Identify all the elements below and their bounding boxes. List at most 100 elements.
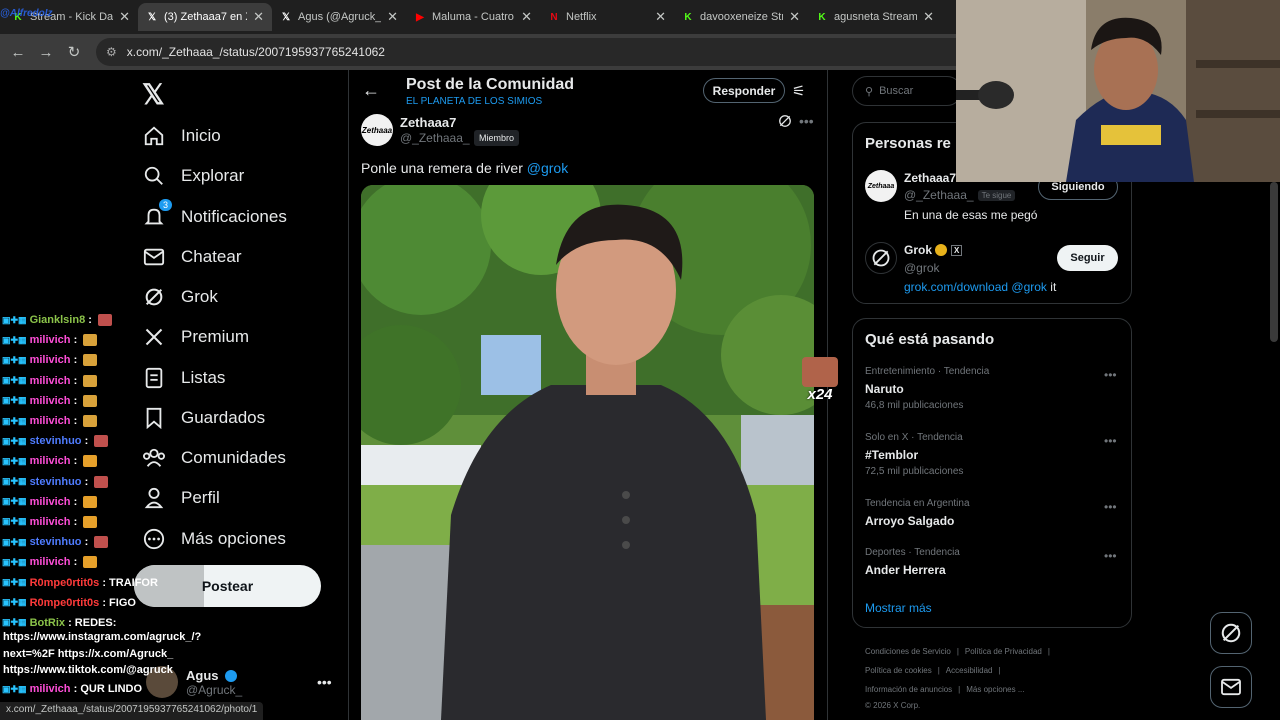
panel-title: Qué está pasando [865, 331, 995, 348]
chat-message: ▣✚▦ R0mpe0rtit0s : FIGO [2, 596, 136, 609]
more-icon[interactable]: ••• [1104, 368, 1117, 382]
post-button[interactable]: Postear [134, 565, 321, 607]
reply-button[interactable]: Responder [703, 78, 785, 103]
search-icon: ⚲ [865, 85, 874, 98]
chat-link[interactable]: https://www.instagram.com/agruck_/? [3, 629, 201, 645]
chat-text: FIGO [109, 596, 136, 609]
nav-item-comunidades[interactable]: Comunidades [142, 443, 286, 473]
chat-username: milivich [29, 556, 71, 569]
grok-floating-button[interactable] [1210, 612, 1252, 654]
author-name[interactable]: Zethaaa7 [400, 115, 456, 130]
tab-title: Agus (@Agruck_) [298, 11, 382, 23]
community-link[interactable]: EL PLANETA DE LOS SIMIOS [406, 96, 542, 107]
nav-item-mas-opciones[interactable]: Más opciones [142, 524, 286, 554]
webcam-overlay [956, 0, 1280, 182]
chat-message: ▣✚▦ stevinhuo : [2, 532, 144, 552]
grok-icon[interactable] [778, 114, 792, 133]
footer-link[interactable]: Condiciones de Servicio [865, 647, 951, 656]
author-avatar[interactable]: Zethaaa [361, 114, 393, 146]
grok-avatar[interactable] [865, 242, 897, 274]
nav-item-inicio[interactable]: Inicio [142, 121, 221, 151]
browser-tab[interactable]: Kagusneta Stream ✕ [808, 3, 942, 31]
bookmark-icon [142, 406, 166, 430]
chat-text: REDES: [74, 616, 117, 629]
nav-item-label: Grok [181, 287, 218, 306]
close-tab-icon[interactable]: ✕ [119, 9, 130, 25]
close-tab-icon[interactable]: ✕ [387, 9, 398, 25]
site-info-icon[interactable]: ⚙ [106, 45, 117, 59]
close-tab-icon[interactable]: ✕ [521, 9, 532, 25]
chat-link[interactable]: next=%2F https://x.com/Agruck_ [3, 646, 173, 662]
footer-link[interactable]: Política de cookies [865, 666, 932, 675]
more-icon[interactable]: ••• [1104, 434, 1117, 448]
close-tab-icon[interactable]: ✕ [253, 9, 264, 25]
nav-item-notificaciones[interactable]: 3 Notificaciones [142, 199, 287, 232]
nav-item-perfil[interactable]: Perfil [142, 483, 220, 513]
browser-tab[interactable]: 𝕏 (3) Zethaaa7 en X: ✕ [138, 3, 272, 31]
close-tab-icon[interactable]: ✕ [923, 9, 934, 25]
nav-item-grok[interactable]: Grok [142, 282, 218, 312]
settings-sliders-icon[interactable]: ⚟ [792, 82, 805, 100]
chat-link[interactable]: https://www.tiktok.com/@agruck [3, 662, 173, 678]
notification-badge: 3 [158, 199, 172, 211]
forward-icon[interactable]: → [32, 44, 60, 61]
avatar[interactable]: Zethaaa [865, 170, 897, 202]
emote-multiplier: x24 [807, 386, 833, 403]
nav-item-guardados[interactable]: Guardados [142, 403, 265, 433]
search-input[interactable]: ⚲ Buscar [852, 76, 962, 106]
search-placeholder: Buscar [879, 85, 914, 97]
tab-title: Maluma - Cuatro Ba [432, 11, 515, 23]
tab-title: (3) Zethaaa7 en X: [164, 11, 248, 23]
chat-message: ▣✚▦ milivich : [2, 492, 144, 512]
post-photo[interactable] [361, 185, 814, 720]
messages-floating-button[interactable] [1210, 666, 1252, 708]
nav-item-premium[interactable]: Premium [142, 322, 249, 352]
browser-tab[interactable]: ▶ Maluma - Cuatro Ba ✕ [406, 3, 540, 31]
more-icon[interactable]: ••• [317, 674, 332, 690]
bio-mention[interactable]: @grok [1011, 280, 1047, 294]
bell-icon: 3 [142, 199, 172, 229]
communities-icon [142, 446, 166, 470]
emote-icon [94, 536, 109, 549]
list-icon [142, 366, 166, 390]
person-name[interactable]: Zethaaa7 [904, 171, 956, 185]
nav-item-label: Guardados [181, 408, 266, 427]
close-tab-icon[interactable]: ✕ [789, 9, 800, 25]
show-more-link[interactable]: Mostrar más [865, 601, 932, 615]
chat-message: ▣✚▦ stevinhuo : [2, 431, 144, 451]
bio-link[interactable]: grok.com/download [904, 280, 1008, 294]
browser-tab[interactable]: Kdavooxeneize Strea ✕ [674, 3, 808, 31]
x-logo-icon[interactable]: 𝕏 [142, 78, 165, 111]
footer-link[interactable]: Política de Privacidad [965, 647, 1042, 656]
more-icon[interactable]: ••• [1104, 549, 1117, 563]
nav-item-explorar[interactable]: Explorar [142, 161, 244, 191]
footer-link[interactable]: Accesibilidad [946, 666, 993, 675]
trend-name[interactable]: Naruto [865, 382, 904, 396]
person-name[interactable]: Grok X [904, 243, 963, 257]
trend-name[interactable]: Arroyo Salgado [865, 514, 954, 528]
close-tab-icon[interactable]: ✕ [655, 9, 666, 25]
footer-link[interactable]: Información de anuncios [865, 685, 952, 694]
more-icon[interactable]: ••• [799, 113, 814, 129]
more-icon[interactable]: ••• [1104, 500, 1117, 514]
footer-link[interactable]: Más opciones ... [966, 685, 1024, 694]
trend-name[interactable]: Ander Herrera [865, 563, 946, 577]
nav-item-chatear[interactable]: Chatear [142, 242, 241, 272]
back-arrow-icon[interactable]: ← [362, 80, 380, 101]
back-icon[interactable]: ← [4, 44, 32, 61]
member-badge: Miembro [474, 130, 520, 146]
url-input[interactable]: ⚙ x.com/_Zethaaa_/status/200719593776524… [96, 38, 976, 66]
nav-item-label: Inicio [181, 126, 221, 145]
author-handle[interactable]: @_Zethaaa_ [400, 131, 470, 145]
trend-name[interactable]: #Temblor [865, 448, 918, 462]
chat-message: ▣✚▦ milivich : [2, 552, 144, 572]
mention-link[interactable]: @grok [527, 160, 568, 176]
chat-badge-icon: ▣✚▦ [2, 334, 27, 345]
nav-item-listas[interactable]: Listas [142, 363, 225, 393]
browser-tab[interactable]: 𝕏 Agus (@Agruck_) ✕ [272, 3, 406, 31]
reload-icon[interactable]: ↻ [60, 43, 88, 61]
browser-tab[interactable]: N Netflix ✕ [540, 3, 674, 31]
follow-button[interactable]: Seguir [1057, 245, 1118, 271]
scrollbar[interactable] [1270, 182, 1278, 342]
grok-icon [872, 249, 890, 267]
